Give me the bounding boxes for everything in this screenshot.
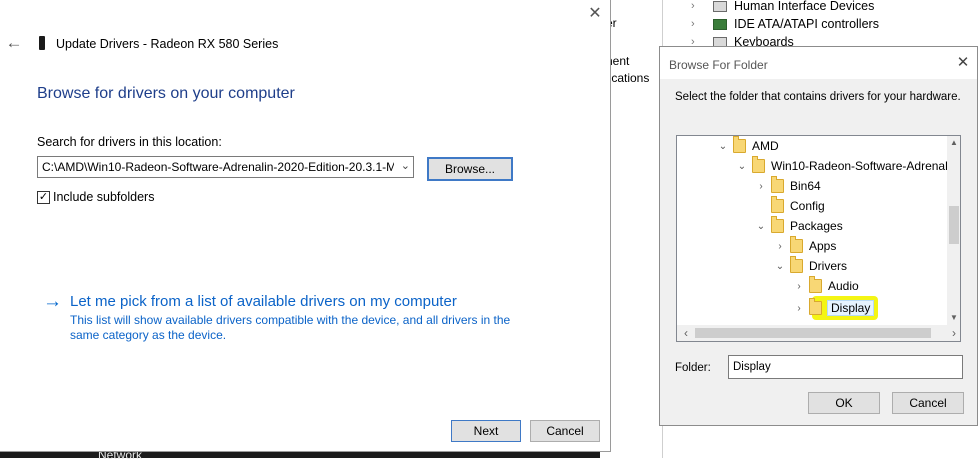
cancel-button[interactable]: Cancel (530, 420, 600, 442)
checkbox-checked-icon[interactable]: ✓ (37, 190, 50, 204)
chevron-right-icon[interactable]: › (791, 281, 807, 292)
scroll-left-icon[interactable]: ‹ (679, 325, 693, 341)
chevron-right-icon[interactable]: › (753, 181, 769, 192)
tree-node-label[interactable]: Win10-Radeon-Software-Adrenalin-2020-Edi… (771, 159, 947, 173)
tree-node-packages[interactable]: ⌄ Packages (753, 216, 843, 236)
folder-icon (790, 236, 803, 253)
tree-node-bin64[interactable]: › Bin64 (753, 176, 821, 196)
tree-node-apps[interactable]: › Apps (772, 236, 836, 256)
folder-field[interactable] (728, 355, 963, 379)
folder-icon (809, 276, 822, 293)
folder-icon (771, 216, 784, 233)
graphics-card-icon (39, 36, 45, 50)
folder-icon (752, 156, 765, 173)
folder-field-label: Folder: (675, 362, 711, 374)
tree-node-amd[interactable]: ⌄ AMD (715, 136, 779, 156)
horizontal-scrollbar[interactable]: ‹ › (677, 325, 960, 341)
chevron-right-icon[interactable]: › (791, 303, 807, 314)
cancel-button[interactable]: Cancel (892, 392, 964, 414)
dialog-instruction: Select the folder that contains drivers … (675, 91, 961, 103)
device-category-hid[interactable]: › Human Interface Devices (691, 0, 874, 15)
tree-node-label[interactable]: Config (790, 199, 825, 213)
tree-node-drivers[interactable]: ⌄ Drivers (772, 256, 847, 276)
tree-node-label[interactable]: Bin64 (790, 179, 821, 193)
chevron-down-icon[interactable]: ⌄ (401, 159, 410, 172)
scroll-thumb[interactable] (695, 328, 931, 338)
folder-icon (733, 136, 746, 153)
browse-button[interactable]: Browse... (427, 157, 513, 181)
tree-node-label[interactable]: Apps (809, 239, 836, 253)
driver-path-combobox[interactable]: C:\AMD\Win10-Radeon-Software-Adrenalin-2… (37, 156, 414, 178)
close-icon[interactable]: ✕ (953, 54, 973, 72)
folder-icon (809, 298, 822, 315)
folder-tree-viewport: ⌄ AMD ⌄ Win10-Radeon-Software-Adrenalin-… (677, 136, 947, 325)
tree-node-display[interactable]: › Display (791, 298, 875, 318)
fragment-text-3: lications (606, 71, 650, 85)
ok-button[interactable]: OK (808, 392, 880, 414)
update-drivers-window: ✕ ← Update Drivers - Radeon RX 580 Serie… (0, 0, 611, 452)
folder-icon (790, 256, 803, 273)
device-category-label: Human Interface Devices (734, 0, 875, 13)
hid-icon (713, 0, 727, 12)
chevron-right-icon[interactable]: › (691, 0, 703, 12)
chevron-down-icon[interactable]: ⌄ (753, 221, 769, 232)
chevron-down-icon[interactable]: ⌄ (715, 141, 731, 152)
page-heading: Browse for drivers on your computer (37, 85, 295, 102)
scroll-thumb[interactable] (949, 206, 959, 244)
chevron-down-icon[interactable]: ⌄ (734, 161, 750, 172)
device-category-ide[interactable]: › IDE ATA/ATAPI controllers (691, 15, 879, 33)
ide-controller-icon (713, 18, 727, 30)
window-title: Update Drivers - Radeon RX 580 Series (56, 37, 279, 51)
pick-from-list-description: This list will show available drivers co… (70, 313, 511, 342)
folder-icon (771, 196, 784, 213)
driver-path-text[interactable]: C:\AMD\Win10-Radeon-Software-Adrenalin-2… (42, 160, 394, 174)
next-button[interactable]: Next (451, 420, 521, 442)
arrow-right-icon[interactable]: → (43, 291, 62, 313)
scroll-up-icon[interactable]: ▲ (947, 136, 960, 150)
chevron-right-icon[interactable]: › (691, 18, 703, 30)
folder-tree[interactable]: ⌄ AMD ⌄ Win10-Radeon-Software-Adrenalin-… (676, 135, 961, 342)
chevron-right-icon[interactable]: › (772, 241, 788, 252)
tree-node-label[interactable]: Drivers (809, 259, 847, 273)
tree-node-label[interactable]: Packages (790, 219, 843, 233)
browse-for-folder-dialog: Browse For Folder ✕ Select the folder th… (659, 46, 978, 426)
folder-icon (771, 176, 784, 193)
close-icon[interactable]: ✕ (583, 4, 607, 24)
chevron-down-icon[interactable]: ⌄ (772, 261, 788, 272)
tree-node-label[interactable]: Display (826, 300, 875, 316)
include-subfolders-label[interactable]: Include subfolders (53, 190, 154, 204)
tree-node-label[interactable]: Audio (828, 279, 859, 293)
back-arrow-icon[interactable]: ← (4, 33, 24, 53)
device-category-label: IDE ATA/ATAPI controllers (734, 17, 879, 31)
scroll-down-icon[interactable]: ▼ (947, 311, 960, 325)
scroll-right-icon[interactable]: › (947, 325, 960, 341)
tree-node-audio[interactable]: › Audio (791, 276, 859, 296)
tree-node-config[interactable]: Config (753, 196, 825, 216)
tree-node-label[interactable]: AMD (752, 139, 779, 153)
dialog-title: Browse For Folder (669, 58, 768, 72)
include-subfolders-checkbox[interactable]: ✓ Include subfolders (37, 190, 154, 204)
search-location-label: Search for drivers in this location: (37, 135, 222, 149)
pick-from-list-link[interactable]: Let me pick from a list of available dri… (70, 293, 457, 310)
tree-node-win10-radeon[interactable]: ⌄ Win10-Radeon-Software-Adrenalin-2020-E… (734, 156, 947, 176)
vertical-scrollbar[interactable]: ▲ ▼ (947, 136, 960, 325)
